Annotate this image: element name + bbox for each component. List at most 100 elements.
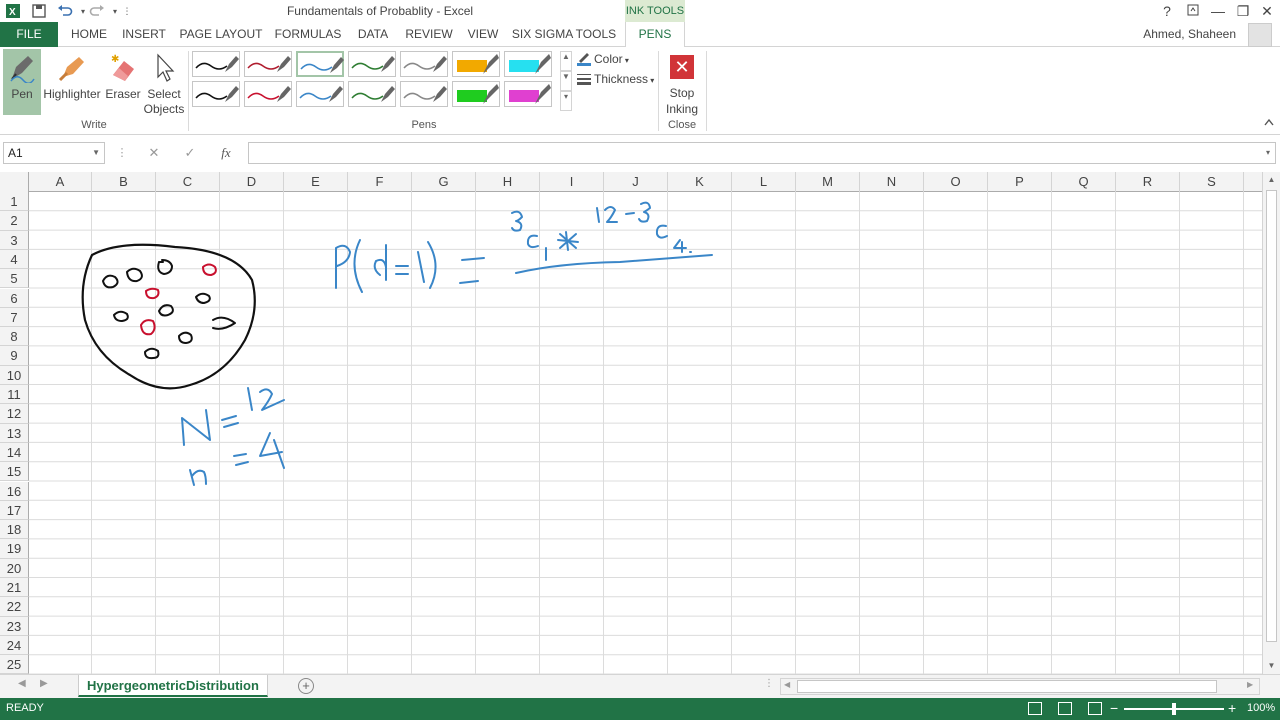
column-header-k[interactable]: K [668, 172, 732, 192]
column-header-p[interactable]: P [988, 172, 1052, 192]
tab-home[interactable]: HOME [66, 22, 112, 47]
restore-icon[interactable]: ❐ [1232, 1, 1254, 21]
pen-preset-swatch[interactable] [296, 81, 344, 107]
pen-preset-swatch[interactable] [348, 81, 396, 107]
column-header-n[interactable]: N [860, 172, 924, 192]
eraser-button[interactable]: ✱ Eraser [103, 49, 143, 115]
zoom-slider[interactable] [1124, 703, 1224, 715]
row-header-9[interactable]: 9 [0, 346, 29, 366]
color-button[interactable]: Color ▾ [576, 50, 629, 68]
avatar[interactable] [1248, 23, 1272, 47]
minimize-icon[interactable]: — [1207, 1, 1229, 21]
horizontal-scroll-thumb[interactable] [797, 680, 1217, 693]
sheet-prev-icon[interactable]: ◀ [18, 678, 26, 689]
tab-formulas[interactable]: FORMULAS [272, 22, 344, 47]
help-icon[interactable]: ? [1156, 1, 1178, 21]
formula-bar-handle-icon[interactable]: ⋮ [112, 142, 132, 164]
horizontal-scrollbar[interactable]: ◀ ▶ [780, 678, 1260, 695]
zoom-out-icon[interactable]: − [1110, 700, 1118, 716]
highlighter-button[interactable]: Highlighter [42, 49, 102, 115]
tab-page-layout[interactable]: PAGE LAYOUT [178, 22, 264, 47]
pen-preset-swatch[interactable] [244, 51, 292, 77]
column-header-q[interactable]: Q [1052, 172, 1116, 192]
column-header-j[interactable]: J [604, 172, 668, 192]
column-header-f[interactable]: F [348, 172, 412, 192]
tab-review[interactable]: REVIEW [402, 22, 456, 47]
row-header-5[interactable]: 5 [0, 269, 29, 289]
row-header-20[interactable]: 20 [0, 558, 29, 578]
column-header-h[interactable]: H [476, 172, 540, 192]
zoom-slider-thumb[interactable] [1172, 703, 1176, 715]
name-box-dropdown-icon[interactable]: ▼ [92, 143, 100, 163]
add-sheet-icon[interactable]: + [298, 678, 314, 694]
pen-preset-swatch[interactable] [348, 51, 396, 77]
pen-preset-swatch[interactable] [400, 51, 448, 77]
tab-six-sigma-tools[interactable]: SIX SIGMA TOOLS [510, 22, 618, 47]
tab-file[interactable]: FILE [0, 22, 58, 47]
row-header-23[interactable]: 23 [0, 616, 29, 636]
row-header-15[interactable]: 15 [0, 462, 29, 482]
tab-split-handle-icon[interactable]: ⋮ [764, 678, 774, 689]
pen-preset-swatch[interactable] [452, 51, 500, 77]
close-icon[interactable]: ✕ [1256, 1, 1278, 21]
pen-preset-swatch[interactable] [400, 81, 448, 107]
column-header-s[interactable]: S [1180, 172, 1244, 192]
tab-view[interactable]: VIEW [464, 22, 502, 47]
zoom-in-icon[interactable]: + [1228, 700, 1236, 716]
row-header-2[interactable]: 2 [0, 211, 29, 231]
gallery-scroll-down-icon[interactable]: ▼ [560, 71, 572, 91]
row-header-18[interactable]: 18 [0, 520, 29, 540]
page-layout-view-icon[interactable] [1058, 702, 1072, 715]
vertical-scroll-thumb[interactable] [1266, 190, 1277, 642]
tab-pens[interactable]: PENS [625, 22, 685, 48]
row-header-12[interactable]: 12 [0, 404, 29, 424]
column-header-l[interactable]: L [732, 172, 796, 192]
name-box[interactable]: A1 ▼ [3, 142, 105, 164]
row-header-22[interactable]: 22 [0, 597, 29, 617]
sheet-next-icon[interactable]: ▶ [40, 678, 48, 689]
row-header-13[interactable]: 13 [0, 423, 29, 443]
normal-view-icon[interactable] [1028, 702, 1042, 715]
column-header-d[interactable]: D [220, 172, 284, 192]
row-header-11[interactable]: 11 [0, 385, 29, 405]
row-header-1[interactable]: 1 [0, 192, 29, 212]
row-header-24[interactable]: 24 [0, 635, 29, 656]
row-header-14[interactable]: 14 [0, 442, 29, 463]
column-header-e[interactable]: E [284, 172, 348, 192]
row-header-6[interactable]: 6 [0, 288, 29, 308]
row-header-4[interactable]: 4 [0, 249, 29, 270]
thickness-button[interactable]: Thickness ▾ [576, 70, 654, 88]
pen-preset-swatch[interactable] [244, 81, 292, 107]
gallery-scroll-up-icon[interactable]: ▲ [560, 51, 572, 71]
select-all-corner[interactable] [0, 172, 29, 192]
pen-button[interactable]: Pen [3, 49, 41, 115]
sheet-tab-hypergeometric[interactable]: HypergeometricDistribution [78, 675, 268, 697]
row-header-7[interactable]: 7 [0, 307, 29, 328]
column-header-c[interactable]: C [156, 172, 220, 192]
stop-inking-button[interactable]: ✕ Stop Inking [662, 53, 702, 119]
column-header-g[interactable]: G [412, 172, 476, 192]
cancel-entry-icon[interactable]: ✕ [144, 142, 164, 164]
pen-preset-swatch[interactable] [452, 81, 500, 107]
column-header-b[interactable]: B [92, 172, 156, 192]
scroll-right-icon[interactable]: ▶ [1247, 680, 1253, 689]
row-header-21[interactable]: 21 [0, 578, 29, 598]
scroll-down-icon[interactable]: ▼ [1263, 658, 1280, 674]
enter-entry-icon[interactable]: ✓ [180, 142, 200, 164]
insert-function-icon[interactable]: fx [216, 142, 236, 164]
pen-preset-swatch[interactable] [504, 51, 552, 77]
formula-input[interactable] [248, 142, 1276, 164]
tab-insert[interactable]: INSERT [120, 22, 168, 47]
scroll-up-icon[interactable]: ▲ [1263, 172, 1280, 188]
collapse-ribbon-icon[interactable] [1264, 117, 1274, 129]
vertical-scrollbar[interactable]: ▲ ▼ [1262, 172, 1280, 674]
cells-area[interactable] [29, 192, 1262, 674]
pen-preset-swatch[interactable] [296, 51, 344, 77]
tab-data[interactable]: DATA [352, 22, 394, 47]
select-objects-button[interactable]: Select Objects [140, 49, 188, 116]
account-name[interactable]: Ahmed, Shaheen [1143, 22, 1236, 47]
gallery-more-icon[interactable]: ▾ [560, 91, 572, 111]
zoom-level[interactable]: 100% [1247, 702, 1275, 714]
page-break-preview-icon[interactable] [1088, 702, 1102, 715]
scroll-left-icon[interactable]: ◀ [784, 680, 790, 689]
